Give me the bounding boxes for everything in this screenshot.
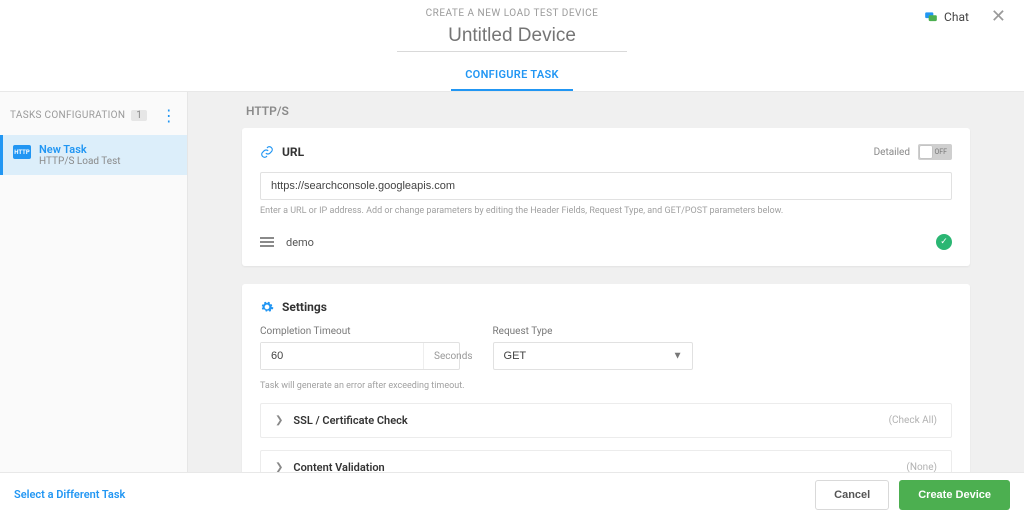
task-count-badge: 1 bbox=[131, 110, 147, 121]
section-title: HTTP/S bbox=[246, 104, 970, 118]
task-item-title: New Task bbox=[39, 143, 121, 156]
select-different-task-link[interactable]: Select a Different Task bbox=[14, 488, 125, 501]
url-input[interactable] bbox=[260, 172, 952, 200]
close-icon: ✕ bbox=[991, 6, 1006, 27]
request-type-field: Request Type GET ▼ bbox=[493, 326, 693, 391]
completion-timeout-field: Completion Timeout Seconds Task will gen… bbox=[260, 326, 465, 391]
toggle-state-label: OFF bbox=[934, 148, 947, 156]
tab-configure-task[interactable]: CONFIGURE TASK bbox=[451, 60, 573, 91]
sidebar-header-label: TASKS CONFIGURATION bbox=[10, 110, 125, 121]
url-card-title: URL bbox=[282, 145, 304, 159]
sidebar-menu-button[interactable]: ⋮ bbox=[161, 106, 177, 125]
chat-label: Chat bbox=[944, 10, 969, 24]
chevron-right-icon: ❯ bbox=[275, 415, 283, 426]
completion-timeout-input[interactable] bbox=[261, 343, 423, 369]
accordion-detail: (Check All) bbox=[889, 415, 937, 426]
accordion-ssl-check[interactable]: ❯ SSL / Certificate Check (Check All) bbox=[260, 403, 952, 438]
url-card: URL Detailed OFF Enter a URL or IP addre… bbox=[242, 128, 970, 266]
completion-timeout-unit: Seconds bbox=[423, 343, 483, 369]
cancel-button[interactable]: Cancel bbox=[815, 480, 889, 510]
kebab-icon: ⋮ bbox=[161, 106, 177, 125]
request-type-label: Request Type bbox=[493, 326, 693, 337]
toggle-knob bbox=[920, 146, 932, 158]
task-item-new-task[interactable]: HTTP New Task HTTP/S Load Test bbox=[0, 135, 187, 175]
detailed-toggle[interactable]: OFF bbox=[918, 144, 952, 160]
chat-icon bbox=[924, 10, 938, 24]
settings-card-title: Settings bbox=[282, 300, 327, 314]
footer: Select a Different Task Cancel Create De… bbox=[0, 472, 1024, 516]
main-panel: HTTP/S URL Detailed OFF bbox=[188, 92, 1024, 516]
accordion-title: SSL / Certificate Check bbox=[293, 414, 407, 427]
drag-handle-icon[interactable] bbox=[260, 237, 274, 247]
link-icon bbox=[260, 145, 274, 159]
request-type-select[interactable]: GET bbox=[493, 342, 693, 370]
gear-icon bbox=[260, 300, 274, 314]
chat-button[interactable]: Chat bbox=[924, 10, 969, 24]
completion-timeout-hint: Task will generate an error after exceed… bbox=[260, 381, 465, 391]
detailed-label: Detailed bbox=[874, 147, 910, 158]
url-hint: Enter a URL or IP address. Add or change… bbox=[260, 206, 952, 216]
http-badge-icon: HTTP bbox=[13, 145, 31, 159]
create-device-button[interactable]: Create Device bbox=[899, 480, 1010, 510]
tabs: CONFIGURE TASK bbox=[0, 60, 1024, 92]
status-success-icon: ✓ bbox=[936, 234, 952, 250]
task-item-subtitle: HTTP/S Load Test bbox=[39, 156, 121, 167]
close-button[interactable]: ✕ bbox=[985, 8, 1012, 26]
step-name: demo bbox=[286, 236, 924, 249]
header: CREATE A NEW LOAD TEST DEVICE Chat ✕ CON… bbox=[0, 0, 1024, 92]
page-title: CREATE A NEW LOAD TEST DEVICE bbox=[0, 8, 1024, 19]
sidebar: TASKS CONFIGURATION 1 ⋮ HTTP New Task HT… bbox=[0, 92, 188, 516]
device-name-input[interactable] bbox=[397, 23, 627, 52]
completion-timeout-label: Completion Timeout bbox=[260, 326, 465, 337]
